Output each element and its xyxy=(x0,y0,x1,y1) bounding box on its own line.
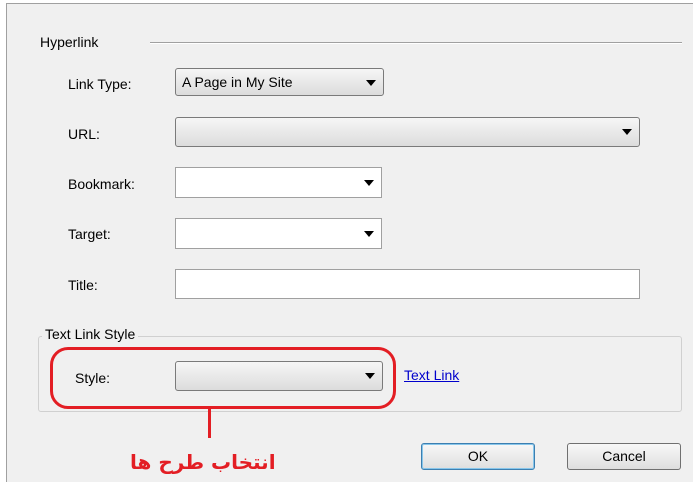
chevron-down-icon xyxy=(364,231,374,237)
section-title-hyperlink: Hyperlink xyxy=(40,34,99,50)
link-type-label: Link Type: xyxy=(68,76,132,92)
link-type-select[interactable]: A Page in My Site xyxy=(175,68,384,96)
chevron-down-icon xyxy=(366,80,376,86)
chevron-down-icon xyxy=(622,129,632,135)
cancel-button[interactable]: Cancel xyxy=(567,443,681,470)
chevron-down-icon xyxy=(364,180,374,186)
section-divider xyxy=(150,42,682,44)
title-label: Title: xyxy=(68,277,98,293)
title-input[interactable] xyxy=(175,269,640,299)
bookmark-label: Bookmark: xyxy=(68,176,135,192)
url-select[interactable] xyxy=(175,117,640,147)
annotation-label: انتخاب طرح ها xyxy=(130,450,276,474)
annotation-pointer-line xyxy=(208,408,211,438)
annotation-highlight-oval xyxy=(50,347,396,409)
text-link-preview[interactable]: Text Link xyxy=(404,367,459,383)
url-label: URL: xyxy=(68,126,100,142)
bookmark-select[interactable] xyxy=(175,167,382,198)
link-type-value: A Page in My Site xyxy=(182,74,293,90)
target-label: Target: xyxy=(68,226,111,242)
ok-button[interactable]: OK xyxy=(421,443,535,470)
group-title-text-link-style: Text Link Style xyxy=(42,326,139,342)
target-select[interactable] xyxy=(175,218,382,249)
